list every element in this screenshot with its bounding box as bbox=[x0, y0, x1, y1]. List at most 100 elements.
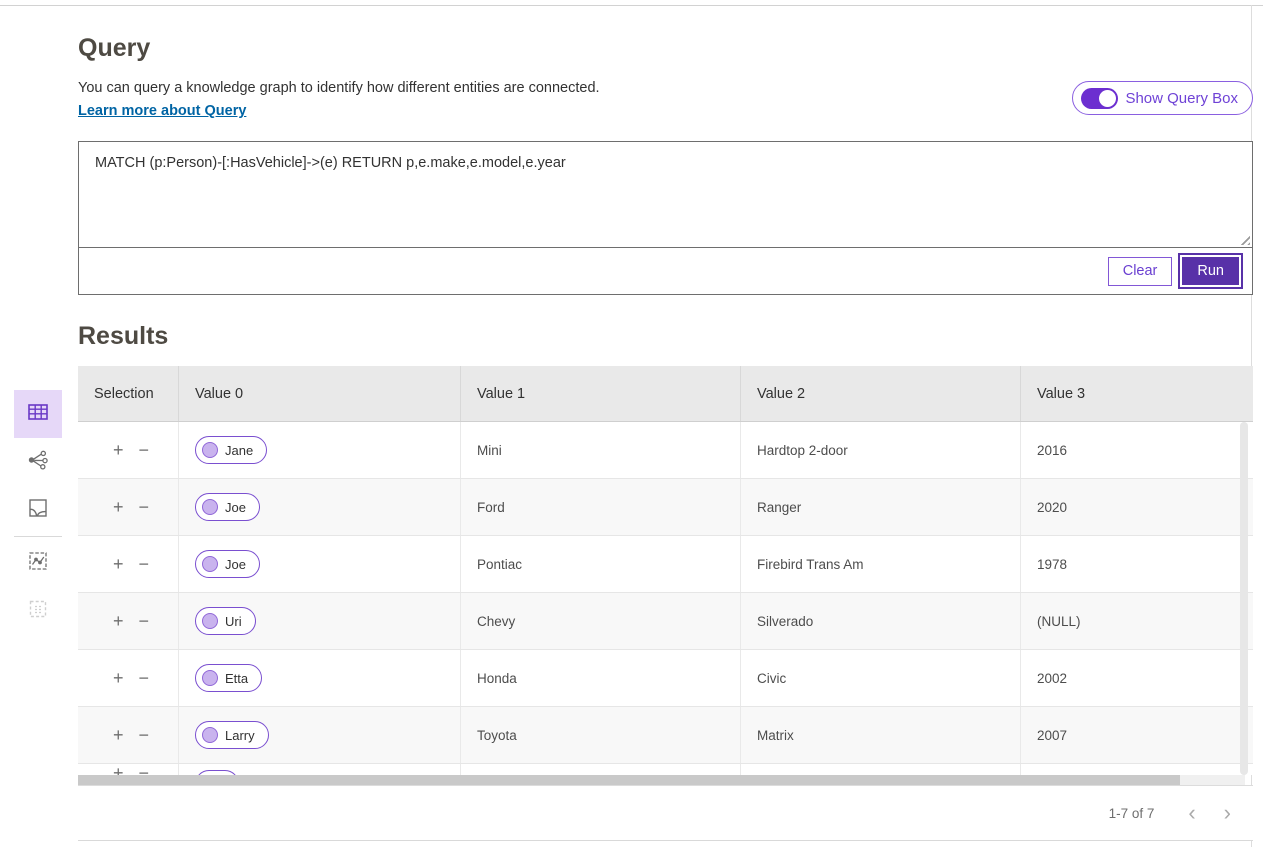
table-row: + − Etta Honda Civic 2002 bbox=[78, 650, 1253, 707]
value2-cell: Civic bbox=[740, 650, 1020, 706]
entity-pill[interactable]: Larry bbox=[195, 721, 269, 749]
value0-cell: Joe bbox=[178, 479, 460, 535]
value1-cell: Chevy bbox=[460, 593, 740, 649]
remove-from-selection-button[interactable]: − bbox=[139, 764, 150, 775]
table-row: + − Joe Ford Ranger 2020 bbox=[78, 479, 1253, 536]
selection-cell: + − bbox=[78, 650, 178, 706]
view-switcher-sidebar bbox=[14, 390, 62, 635]
entity-pill[interactable]: Joe bbox=[195, 493, 260, 521]
map-view-button[interactable] bbox=[14, 486, 62, 534]
selection-cell: + − bbox=[78, 422, 178, 478]
value3-cell: 2016 bbox=[1020, 422, 1253, 478]
value2-cell: Silverado bbox=[740, 593, 1020, 649]
horizontal-scrollbar-thumb[interactable] bbox=[78, 775, 1180, 785]
entity-dot-icon bbox=[202, 442, 218, 458]
table-header-row: Selection Value 0 Value 1 Value 2 Value … bbox=[78, 366, 1253, 422]
run-button[interactable]: Run bbox=[1180, 255, 1241, 287]
entity-pill[interactable]: Uri bbox=[195, 607, 256, 635]
value2-cell: Matrix bbox=[740, 707, 1020, 763]
value2-cell: Hardtop 2-door bbox=[740, 422, 1020, 478]
column-header-value0: Value 0 bbox=[178, 366, 460, 421]
value0-cell bbox=[178, 764, 460, 775]
value1-cell: Honda bbox=[460, 650, 740, 706]
pagination-range-label: 1-7 of 7 bbox=[1109, 806, 1155, 821]
value2-cell bbox=[740, 764, 1020, 775]
entity-label: Larry bbox=[225, 728, 255, 743]
remove-from-selection-button[interactable]: − bbox=[139, 612, 150, 630]
add-to-selection-button[interactable]: + bbox=[113, 555, 124, 573]
remove-from-selection-button[interactable]: − bbox=[139, 441, 150, 459]
remove-from-selection-button[interactable]: − bbox=[139, 726, 150, 744]
selection-cell: + − bbox=[78, 707, 178, 763]
table-view-icon bbox=[26, 400, 50, 429]
entity-dot-icon bbox=[202, 556, 218, 572]
value0-cell: Larry bbox=[178, 707, 460, 763]
entity-pill[interactable]: Etta bbox=[195, 664, 262, 692]
remove-from-selection-button[interactable]: − bbox=[139, 498, 150, 516]
results-title: Results bbox=[78, 322, 1253, 351]
value0-cell: Uri bbox=[178, 593, 460, 649]
value3-cell: 2002 bbox=[1020, 650, 1253, 706]
entity-label: Jane bbox=[225, 443, 253, 458]
remove-from-selection-button[interactable]: − bbox=[139, 669, 150, 687]
empty-view-icon bbox=[27, 598, 49, 625]
value3-cell: (NULL) bbox=[1020, 593, 1253, 649]
column-header-value2: Value 2 bbox=[740, 366, 1020, 421]
entity-dot-icon bbox=[202, 727, 218, 743]
remove-from-selection-button[interactable]: − bbox=[139, 555, 150, 573]
add-to-selection-button[interactable]: + bbox=[113, 726, 124, 744]
toggle-label: Show Query Box bbox=[1125, 90, 1238, 107]
value1-cell: Mini bbox=[460, 422, 740, 478]
column-header-value3: Value 3 bbox=[1020, 366, 1253, 421]
entity-dot-icon bbox=[202, 613, 218, 629]
show-query-box-toggle[interactable]: Show Query Box bbox=[1072, 81, 1253, 115]
selection-cell: + − bbox=[78, 593, 178, 649]
query-input[interactable]: MATCH (p:Person)-[:HasVehicle]->(e) RETU… bbox=[79, 142, 1252, 247]
query-box: MATCH (p:Person)-[:HasVehicle]->(e) RETU… bbox=[78, 141, 1253, 295]
value0-cell: Etta bbox=[178, 650, 460, 706]
column-header-value1: Value 1 bbox=[460, 366, 740, 421]
add-to-selection-button[interactable]: + bbox=[113, 669, 124, 687]
selection-cell: + − bbox=[78, 536, 178, 592]
table-body: + − Jane Mini Hardtop 2-door 2016 + bbox=[78, 422, 1253, 775]
map-view-icon bbox=[27, 497, 49, 524]
value1-cell bbox=[460, 764, 740, 775]
learn-more-link[interactable]: Learn more about Query bbox=[78, 103, 246, 119]
next-page-button[interactable]: › bbox=[1220, 802, 1235, 824]
entity-dot-icon bbox=[202, 670, 218, 686]
value3-cell: 1978 bbox=[1020, 536, 1253, 592]
table-row: + − Larry Toyota Matrix 2007 bbox=[78, 707, 1253, 764]
empty-view-button bbox=[14, 587, 62, 635]
horizontal-scrollbar-track bbox=[78, 775, 1245, 785]
map-link-chart-view-icon bbox=[27, 550, 49, 577]
value3-cell bbox=[1020, 764, 1253, 775]
table-row: + − Joe Pontiac Firebird Trans Am 1978 bbox=[78, 536, 1253, 593]
table-row: + − bbox=[78, 764, 1253, 775]
add-to-selection-button[interactable]: + bbox=[113, 498, 124, 516]
pagination-bar: 1-7 of 7 ‹ › bbox=[78, 785, 1253, 841]
entity-label: Joe bbox=[225, 557, 246, 572]
add-to-selection-button[interactable]: + bbox=[113, 612, 124, 630]
link-chart-view-icon bbox=[26, 448, 50, 477]
value1-cell: Toyota bbox=[460, 707, 740, 763]
clear-button[interactable]: Clear bbox=[1108, 257, 1173, 286]
table-view-button[interactable] bbox=[14, 390, 62, 438]
entity-pill[interactable]: Jane bbox=[195, 436, 267, 464]
vertical-scrollbar[interactable] bbox=[1240, 422, 1248, 775]
value1-cell: Pontiac bbox=[460, 536, 740, 592]
previous-page-button[interactable]: ‹ bbox=[1184, 802, 1199, 824]
value0-cell: Joe bbox=[178, 536, 460, 592]
page-title: Query bbox=[78, 34, 1253, 63]
map-link-chart-view-button[interactable] bbox=[14, 539, 62, 587]
entity-pill[interactable]: Joe bbox=[195, 550, 260, 578]
selection-cell: + − bbox=[78, 764, 178, 775]
toggle-switch-icon[interactable] bbox=[1081, 88, 1118, 109]
add-to-selection-button[interactable]: + bbox=[113, 764, 124, 775]
value0-cell: Jane bbox=[178, 422, 460, 478]
value3-cell: 2007 bbox=[1020, 707, 1253, 763]
link-chart-view-button[interactable] bbox=[14, 438, 62, 486]
view-switcher-divider bbox=[14, 536, 62, 537]
toggle-knob bbox=[1099, 90, 1116, 107]
add-to-selection-button[interactable]: + bbox=[113, 441, 124, 459]
entity-label: Etta bbox=[225, 671, 248, 686]
